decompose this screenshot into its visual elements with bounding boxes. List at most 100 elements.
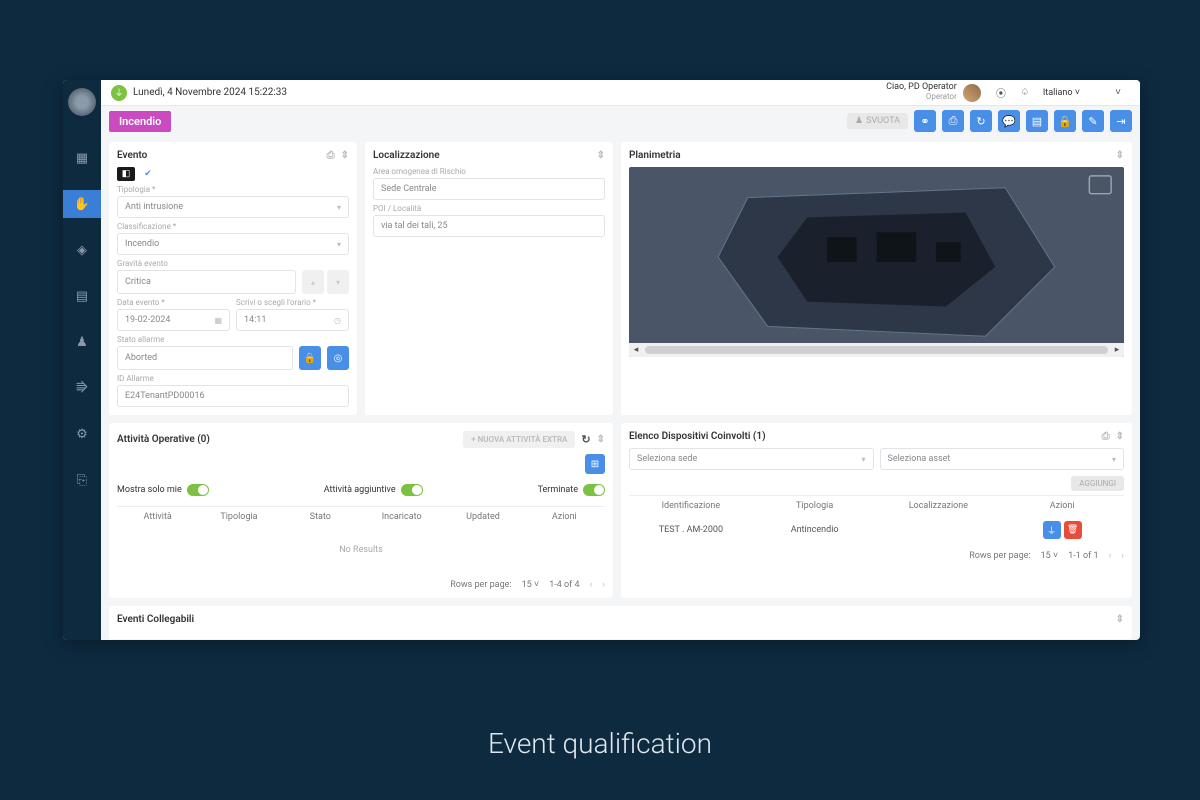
toggle-terminate-label: Terminate — [538, 485, 578, 495]
attivita-table-head: AttivitàTipologiaStatoIncaricatoUpdatedA… — [117, 506, 605, 527]
exit-icon[interactable]: ⇥ — [1110, 110, 1132, 132]
wifi-icon: ⏚ — [111, 85, 127, 101]
tagbar: Incendio ♟SVUOTA ⚭ ⎙ ↻ 💬 ▤ 🔒 ✎ ⇥ — [101, 106, 1140, 136]
sede-select[interactable]: Seleziona sede▾ — [629, 448, 874, 470]
main-area: ⏚ Lunedì, 4 Novembre 2024 15:22:33 Ciao,… — [101, 80, 1140, 640]
elenco-card: Elenco Dispositivi Coinvolti (1) ⎙ ⇕ Sele… — [621, 423, 1132, 598]
chevron-down-icon[interactable]: ˅ — [1110, 85, 1126, 101]
flag-icon[interactable]: ◧ — [117, 167, 135, 181]
print-icon[interactable]: ⎙ — [1102, 431, 1110, 442]
id-label: ID Allarme — [117, 374, 349, 383]
event-type-tag: Incendio — [109, 111, 171, 132]
sidebar-item-user[interactable]: ♟ — [63, 328, 101, 356]
data-input[interactable]: 19-02-2024▦ — [117, 309, 230, 331]
gravita-label: Gravità evento — [117, 259, 349, 268]
nuova-attivita-button[interactable]: + NUOVA ATTIVITÀ EXTRA — [463, 431, 575, 448]
collapse-icon[interactable]: ⇕ — [1116, 614, 1124, 625]
language-select[interactable]: Italiano ˅ — [1043, 87, 1080, 98]
sidebar-item-settings[interactable]: ⚙ — [63, 420, 101, 448]
stato-label: Stato allarme — [117, 335, 349, 344]
scroll-left[interactable]: ◂ — [629, 345, 643, 355]
location-icon[interactable]: ⦿ — [993, 85, 1009, 101]
link-icon[interactable]: ⚭ — [914, 110, 936, 132]
classificazione-select[interactable]: Incendio▾ — [117, 233, 349, 255]
next-page[interactable]: › — [602, 580, 605, 590]
chat-icon[interactable]: 💬 — [998, 110, 1020, 132]
avatar[interactable] — [963, 84, 981, 102]
next-page[interactable]: › — [1121, 551, 1124, 561]
evento-card: Evento ⎙⇕ ◧ ✔ Tipologia * Anti intrusion… — [109, 142, 357, 415]
expand-button[interactable]: ⊞ — [585, 454, 605, 474]
shield-icon[interactable]: ✔ — [139, 167, 157, 181]
lock-icon[interactable]: 🔒 — [1054, 110, 1076, 132]
notification-icon[interactable]: ♤ — [1017, 85, 1033, 101]
classificazione-label: Classificazione * — [117, 222, 349, 231]
elenco-table-head: IdentificazioneTipologiaLocalizzazioneAz… — [629, 495, 1124, 516]
ora-label: Scrivi o scegli l'orario * — [236, 298, 349, 307]
sidebar-item-export[interactable]: ⎘ — [63, 466, 101, 494]
sidebar-item-calendar[interactable]: ▤ — [63, 282, 101, 310]
history-icon[interactable]: ↻ — [970, 110, 992, 132]
clear-button[interactable]: ♟SVUOTA — [847, 113, 908, 129]
toggle-aggiuntive[interactable] — [401, 484, 423, 496]
local-title: Localizzazione — [373, 150, 440, 161]
asset-select[interactable]: Seleziona asset▾ — [880, 448, 1125, 470]
page-caption: Event qualification — [0, 727, 1200, 760]
toggle-terminate[interactable] — [583, 484, 605, 496]
gravita-select[interactable]: Critica — [117, 270, 296, 294]
app-logo — [68, 88, 96, 116]
sidebar: ▦ ✋ ◈ ▤ ♟ ⭆ ⚙ ⎘ — [63, 80, 101, 640]
note-icon[interactable]: ▤ — [1026, 110, 1048, 132]
ora-input[interactable]: 14:11◷ — [236, 309, 349, 331]
poi-input[interactable]: via tal dei tali, 25 — [373, 215, 605, 237]
attach-icon[interactable]: ⎙ — [942, 110, 964, 132]
plan-viewport[interactable]: ◂ ▸ — [629, 167, 1124, 357]
tipologia-select[interactable]: Anti intrusione▾ — [117, 196, 349, 218]
print-icon[interactable]: ⎙ — [327, 150, 335, 161]
data-label: Data evento * — [117, 298, 230, 307]
collapse-icon[interactable]: ⇕ — [597, 150, 605, 161]
attivita-pager: Rows per page: 15 ˅ 1-4 of 4 ‹ › — [117, 573, 605, 590]
edit-icon[interactable]: ✎ — [1082, 110, 1104, 132]
poi-label: POI / Località — [373, 204, 605, 213]
collegabili-title: Eventi Collegabili — [117, 614, 194, 625]
content-grid: Evento ⎙⇕ ◧ ✔ Tipologia * Anti intrusion… — [101, 136, 1140, 640]
refresh-icon[interactable]: ↻ — [581, 433, 590, 446]
elenco-title: Elenco Dispositivi Coinvolti (1) — [629, 431, 766, 442]
stato-input[interactable]: Aborted — [117, 346, 293, 370]
rows-select[interactable]: 15 ˅ — [522, 579, 540, 590]
sidebar-item-dashboard[interactable]: ▦ — [63, 144, 101, 172]
sidebar-item-layers[interactable]: ◈ — [63, 236, 101, 264]
toggle-aggiuntive-label: Attività aggiuntive — [324, 485, 396, 495]
collapse-icon[interactable]: ⇕ — [1116, 431, 1124, 442]
table-row: TEST . AM-2000 Antincendio ⏚ 🗑 — [629, 516, 1124, 544]
toggle-mie-label: Mostra solo mie — [117, 485, 182, 495]
lock-button[interactable]: 🔒 — [299, 346, 321, 370]
rows-select[interactable]: 15 ˅ — [1041, 550, 1059, 561]
gravita-up[interactable]: ▴ — [302, 270, 324, 294]
datetime: Lunedì, 4 Novembre 2024 15:22:33 — [133, 87, 287, 98]
target-button[interactable]: ◎ — [327, 346, 349, 370]
sidebar-item-events[interactable]: ✋ — [63, 190, 101, 218]
greeting-role: Operator — [886, 93, 957, 102]
sidebar-item-walk[interactable]: ⭆ — [63, 374, 101, 402]
wifi-action-icon[interactable]: ⏚ — [1043, 521, 1061, 539]
delete-action-icon[interactable]: 🗑 — [1064, 521, 1082, 539]
scroll-right[interactable]: ▸ — [1110, 345, 1124, 355]
aggiungi-button[interactable]: AGGIUNGI — [1071, 476, 1124, 491]
no-results: No Results — [117, 527, 605, 573]
gravita-down[interactable]: ▾ — [327, 270, 349, 294]
collapse-icon[interactable]: ⇕ — [341, 150, 349, 161]
id-input[interactable]: E24TenantPD00016 — [117, 385, 349, 407]
greeting: Ciao, PD Operator Operator — [886, 83, 957, 102]
plan-scrollbar[interactable]: ◂ ▸ — [629, 343, 1124, 357]
collapse-icon[interactable]: ⇕ — [1116, 150, 1124, 161]
area-label: Area omogenea di Rischio — [373, 167, 605, 176]
collapse-icon[interactable]: ⇕ — [597, 434, 605, 445]
elenco-pager: Rows per page: 15 ˅ 1-1 of 1 ‹ › — [629, 544, 1124, 561]
collegabili-card: Eventi Collegabili ⇕ — [109, 606, 1132, 639]
toggle-mie[interactable] — [187, 484, 209, 496]
area-input[interactable]: Sede Centrale — [373, 178, 605, 200]
prev-page[interactable]: ‹ — [1109, 551, 1112, 561]
prev-page[interactable]: ‹ — [590, 580, 593, 590]
